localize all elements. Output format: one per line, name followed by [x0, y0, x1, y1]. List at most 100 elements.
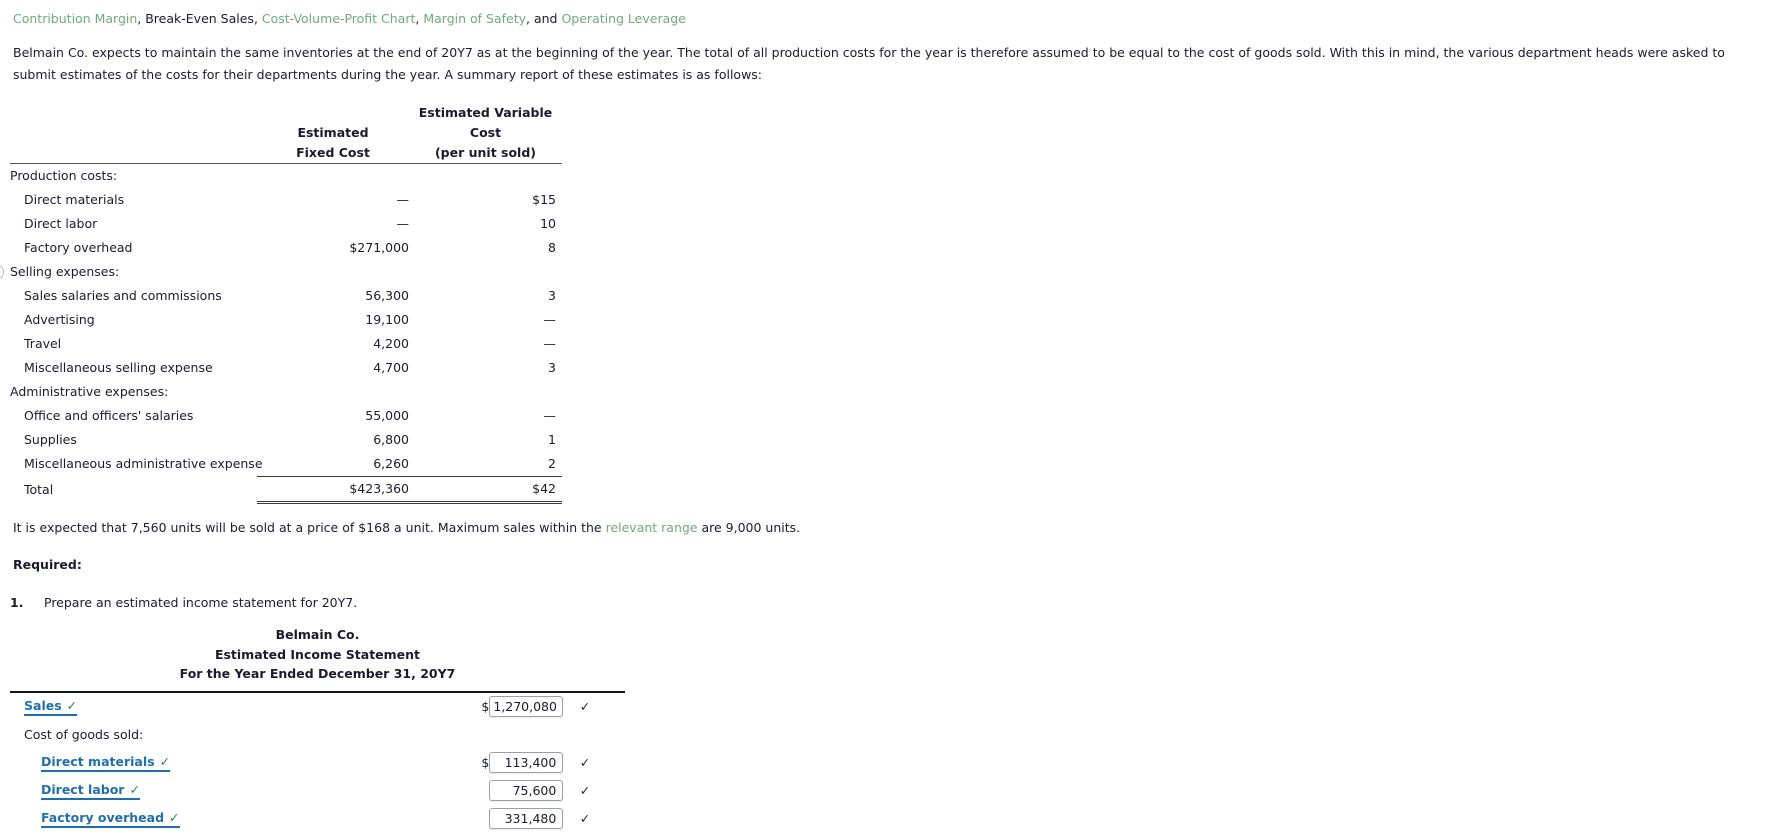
table-row: Sales salaries and commissions 56,300 3: [10, 284, 562, 308]
estimates-row-label: Production costs:: [10, 168, 118, 183]
estimates-row-label: Travel: [24, 336, 62, 351]
table-row: Factory overhead $271,000 8: [10, 236, 562, 260]
topic-link-4[interactable]: Cost-Volume-Profit Chart: [262, 11, 416, 26]
table-row: Travel 4,200 —: [10, 332, 562, 356]
account-dropdown-factory-overhead[interactable]: Factory overhead ✓: [41, 810, 180, 828]
estimates-header-fixed-cost: Estimated Fixed Cost: [257, 103, 415, 164]
account-dropdown-direct-materials[interactable]: Direct materials ✓: [41, 753, 171, 772]
estimates-fixed-cost-cell: —: [396, 192, 410, 207]
estimates-header-variable-cost: Estimated Variable Cost (per unit sold): [415, 103, 562, 164]
estimates-row-label: Administrative expenses:: [10, 384, 169, 399]
check-icon: ✓: [129, 781, 140, 797]
row-check-icon: ✓: [579, 699, 591, 714]
row-check-icon: ✓: [579, 783, 591, 798]
statement-row-label-cell: Direct labor ✓: [10, 777, 474, 805]
amount-input-direct-materials[interactable]: [489, 752, 564, 773]
check-icon: ✓: [66, 697, 78, 713]
statement-amount-cell: [489, 693, 579, 721]
estimates-variable-cost-cell: $42: [415, 476, 562, 504]
table-row: Supplies 6,800 1: [10, 428, 562, 452]
estimates-variable-cost-cell: [415, 164, 562, 189]
row-check-icon: ✓: [579, 811, 591, 826]
estimates-variable-cost-cell: [415, 380, 562, 404]
table-row: Miscellaneous selling expense 4,700 3: [10, 356, 562, 380]
dollar-sign: $: [481, 699, 490, 714]
topic-link-6[interactable]: Margin of Safety: [423, 11, 526, 26]
statement-row: Cost of goods sold:: [10, 721, 625, 749]
topic-link-0[interactable]: Contribution Margin: [13, 11, 137, 26]
estimates-table: Estimated Fixed Cost Estimated Variable …: [10, 103, 562, 504]
topic-link-bar: Contribution Margin, Break-Even Sales, C…: [10, 6, 1767, 28]
statement-row: Sales✓$✓: [10, 693, 625, 721]
requirement-text: Prepare an estimated income statement fo…: [44, 595, 358, 610]
estimates-variable-cost-cell: 3: [548, 360, 556, 375]
account-label: Sales: [24, 697, 62, 713]
estimates-fixed-cost-cell: 55,000: [365, 408, 409, 423]
account-label: Direct labor: [41, 781, 125, 797]
estimates-fixed-cost-cell: $271,000: [349, 240, 409, 255]
income-statement-block: Belmain Co. Estimated Income Statement F…: [10, 625, 625, 833]
estimates-row-label: Total: [24, 481, 54, 497]
requirement-item: 1. Prepare an estimated income statement …: [10, 594, 1767, 612]
estimates-variable-cost-cell: $15: [532, 192, 556, 207]
scroll-edge-artifact: [0, 265, 4, 279]
estimates-variable-cost-cell: —: [543, 312, 557, 327]
check-icon: ✓: [159, 753, 171, 769]
estimates-fixed-cost-cell: [257, 164, 415, 189]
expected-units-sentence: It is expected that 7,560 units will be …: [13, 518, 1767, 538]
statement-title: Estimated Income Statement: [214, 646, 421, 662]
header-variable-line2: (per unit sold): [434, 145, 537, 160]
amount-input-direct-labor[interactable]: [489, 780, 564, 801]
statement-amount-cell: [489, 777, 579, 805]
estimates-fixed-cost-cell: $423,360: [257, 476, 415, 504]
estimates-fixed-cost-cell: 4,700: [373, 360, 409, 375]
account-dropdown-sales[interactable]: Sales ✓: [24, 697, 78, 716]
statement-period: For the Year Ended December 31, 20Y7: [179, 666, 456, 681]
requirement-number: 1.: [10, 595, 24, 610]
statement-amount-cell: [489, 749, 579, 777]
expected-part-1: It is expected that 7,560 units will be …: [13, 520, 606, 535]
header-fixed-line2: Fixed Cost: [296, 145, 370, 160]
estimates-fixed-cost-cell: 6,800: [373, 432, 409, 447]
estimates-row-label: Miscellaneous selling expense: [24, 360, 213, 375]
estimates-row-label: Advertising: [24, 312, 95, 327]
table-row: Administrative expenses:: [10, 380, 562, 404]
estimates-table-body: Production costs: Direct materials — $15 Dir…: [10, 164, 562, 504]
amount-input-factory-overhead[interactable]: [489, 808, 564, 829]
intro-paragraph: Belmain Co. expects to maintain the same…: [13, 45, 1725, 82]
statement-company-name: Belmain Co.: [275, 627, 360, 642]
relevant-range-link[interactable]: relevant range: [606, 520, 698, 535]
estimates-fixed-cost-cell: 6,260: [373, 456, 409, 471]
topic-link-8[interactable]: Operating Leverage: [561, 11, 685, 26]
estimates-fixed-cost-cell: 19,100: [365, 312, 409, 327]
estimates-fixed-cost-cell: [257, 380, 415, 404]
statement-row-label-cell: Sales ✓: [10, 693, 474, 721]
account-dropdown-direct-labor[interactable]: Direct labor ✓: [41, 782, 140, 800]
table-row: Production costs:: [10, 164, 562, 189]
statement-row: Direct labor✓✓: [10, 777, 625, 805]
estimates-row-label: Office and officers' salaries: [24, 408, 194, 423]
estimates-variable-cost-cell: [415, 260, 562, 284]
estimates-variable-cost-cell: 2: [548, 456, 556, 471]
topic-text-2: Break-Even Sales: [145, 11, 254, 26]
dollar-sign: [474, 777, 490, 805]
estimates-row-label: Direct labor: [24, 216, 98, 231]
estimates-variable-cost-cell: —: [543, 408, 557, 423]
statement-row-label-cell: Cost of goods sold:: [10, 721, 474, 749]
account-label: Direct materials: [41, 753, 155, 769]
statement-row-label-cell: Factory overhead ✓: [10, 805, 474, 833]
statement-amount-cell: [489, 721, 579, 749]
estimates-header-blank: [10, 103, 257, 164]
amount-input-sales[interactable]: [489, 696, 564, 717]
dollar-sign: [474, 805, 490, 833]
row-check-icon: [580, 721, 625, 749]
estimates-row-label: Direct materials: [24, 192, 125, 207]
estimates-variable-cost-cell: 8: [548, 240, 556, 255]
page-root: Contribution Margin, Break-Even Sales, C…: [0, 0, 1777, 833]
estimates-total-row: Total $423,360 $42: [10, 476, 562, 504]
header-fixed-line1: Estimated: [297, 125, 369, 140]
table-row: Direct labor — 10: [10, 212, 562, 236]
topic-text-7: , and: [526, 11, 562, 26]
statement-row: Factory overhead✓ ✓: [10, 805, 625, 833]
estimates-table-head: Estimated Fixed Cost Estimated Variable …: [10, 103, 562, 164]
